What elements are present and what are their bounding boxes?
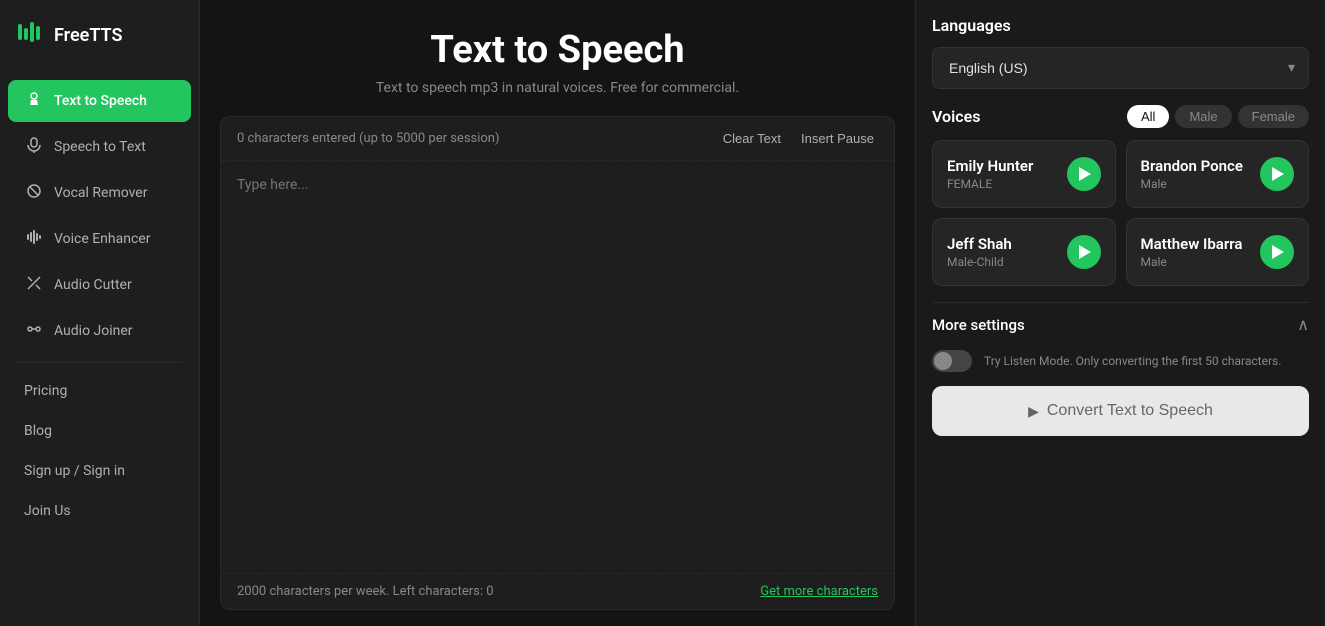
logo-icon — [16, 18, 44, 52]
clear-text-button[interactable]: Clear Text — [719, 129, 785, 148]
voice-name-matthew: Matthew Ibarra — [1141, 235, 1243, 253]
sidebar-item-audio-cutter[interactable]: Audio Cutter — [8, 264, 191, 306]
voices-title: Voices — [932, 107, 980, 126]
sidebar-label-cutter: Audio Cutter — [54, 277, 132, 293]
voice-gender-brandon: Male — [1141, 177, 1243, 191]
play-matthew-button[interactable] — [1260, 235, 1294, 269]
sidebar-item-speech-to-text[interactable]: Speech to Text — [8, 126, 191, 168]
text-to-speech-icon — [24, 91, 44, 111]
voice-filters: All Male Female — [1127, 105, 1309, 128]
sidebar-item-signin[interactable]: Sign up / Sign in — [8, 453, 191, 489]
toggle-knob — [934, 352, 952, 370]
sidebar-item-voice-enhancer[interactable]: Voice Enhancer — [8, 218, 191, 260]
filter-male-button[interactable]: Male — [1175, 105, 1231, 128]
more-settings-title: More settings — [932, 316, 1025, 334]
sidebar-item-join[interactable]: Join Us — [8, 493, 191, 529]
sidebar-label-vocal: Vocal Remover — [54, 185, 147, 201]
sidebar-divider — [16, 362, 183, 363]
voices-header: Voices All Male Female — [932, 105, 1309, 128]
voice-card-brandon[interactable]: Brandon Ponce Male — [1126, 140, 1310, 208]
filter-all-button[interactable]: All — [1127, 105, 1169, 128]
sidebar: FreeTTS Text to Speech Speech to Text — [0, 0, 200, 626]
sidebar-item-blog[interactable]: Blog — [8, 413, 191, 449]
language-select-wrapper: English (US) English (UK) Spanish French… — [932, 47, 1309, 89]
listen-mode-text: Try Listen Mode. Only converting the fir… — [984, 353, 1281, 370]
sidebar-nav: Text to Speech Speech to Text Vocal Remo… — [0, 70, 199, 626]
footer-chars: 2000 characters per week. Left character… — [237, 584, 494, 599]
page-subtitle: Text to speech mp3 in natural voices. Fr… — [220, 80, 895, 96]
sidebar-label-stt: Speech to Text — [54, 139, 146, 155]
sidebar-label-tts: Text to Speech — [54, 93, 147, 109]
voice-name-emily: Emily Hunter — [947, 157, 1033, 175]
sidebar-item-vocal-remover[interactable]: Vocal Remover — [8, 172, 191, 214]
blog-label: Blog — [24, 423, 52, 439]
play-icon-matthew — [1271, 245, 1285, 259]
sidebar-label-enhancer: Voice Enhancer — [54, 231, 150, 247]
speech-to-text-icon — [24, 137, 44, 157]
text-input[interactable] — [221, 161, 894, 573]
char-count: 0 characters entered (up to 5000 per ses… — [237, 131, 500, 146]
audio-cutter-icon — [24, 275, 44, 295]
convert-label: Convert Text to Speech — [1047, 402, 1213, 420]
voice-name-brandon: Brandon Ponce — [1141, 157, 1243, 175]
play-icon-brandon — [1271, 167, 1285, 181]
play-jeff-button[interactable] — [1067, 235, 1101, 269]
languages-title: Languages — [932, 16, 1309, 35]
play-icon-emily — [1078, 167, 1092, 181]
voice-card-jeff[interactable]: Jeff Shah Male-Child — [932, 218, 1116, 286]
audio-joiner-icon — [24, 321, 44, 341]
main-header: Text to Speech Text to speech mp3 in nat… — [200, 0, 915, 116]
logo-area[interactable]: FreeTTS — [0, 0, 199, 70]
join-label: Join Us — [24, 503, 71, 519]
sidebar-item-pricing[interactable]: Pricing — [8, 373, 191, 409]
listen-mode-toggle[interactable] — [932, 350, 972, 372]
voice-info-jeff: Jeff Shah Male-Child — [947, 235, 1012, 269]
voice-card-emily[interactable]: Emily Hunter FEMALE — [932, 140, 1116, 208]
vocal-remover-icon — [24, 183, 44, 203]
play-brandon-button[interactable] — [1260, 157, 1294, 191]
text-actions: Clear Text Insert Pause — [719, 129, 878, 148]
voice-gender-matthew: Male — [1141, 255, 1243, 269]
text-panel-footer: 2000 characters per week. Left character… — [221, 573, 894, 609]
chevron-up-icon: ∧ — [1297, 315, 1309, 334]
insert-pause-button[interactable]: Insert Pause — [797, 129, 878, 148]
voice-info-emily: Emily Hunter FEMALE — [947, 157, 1033, 191]
main-content: Text to Speech Text to speech mp3 in nat… — [200, 0, 915, 626]
more-settings-header[interactable]: More settings ∧ — [932, 302, 1309, 342]
text-panel-header: 0 characters entered (up to 5000 per ses… — [221, 117, 894, 161]
page-title: Text to Speech — [220, 28, 895, 72]
text-panel: 0 characters entered (up to 5000 per ses… — [220, 116, 895, 610]
play-icon-jeff — [1078, 245, 1092, 259]
voice-enhancer-icon — [24, 229, 44, 249]
listen-mode-row: Try Listen Mode. Only converting the fir… — [932, 342, 1309, 386]
play-emily-button[interactable] — [1067, 157, 1101, 191]
voice-info-matthew: Matthew Ibarra Male — [1141, 235, 1243, 269]
convert-button[interactable]: ▶ Convert Text to Speech — [932, 386, 1309, 436]
language-select[interactable]: English (US) English (UK) Spanish French… — [932, 47, 1309, 89]
sidebar-label-joiner: Audio Joiner — [54, 323, 133, 339]
voice-gender-emily: FEMALE — [947, 177, 1033, 191]
sidebar-item-audio-joiner[interactable]: Audio Joiner — [8, 310, 191, 352]
voices-grid: Emily Hunter FEMALE Brandon Ponce Male J… — [932, 140, 1309, 286]
pricing-label: Pricing — [24, 383, 67, 399]
signin-label: Sign up / Sign in — [24, 463, 125, 479]
right-panel: Languages English (US) English (UK) Span… — [915, 0, 1325, 626]
logo-text: FreeTTS — [54, 25, 122, 46]
sidebar-item-text-to-speech[interactable]: Text to Speech — [8, 80, 191, 122]
get-more-link[interactable]: Get more characters — [760, 584, 878, 599]
voice-info-brandon: Brandon Ponce Male — [1141, 157, 1243, 191]
convert-play-icon: ▶ — [1028, 403, 1039, 420]
filter-female-button[interactable]: Female — [1238, 105, 1309, 128]
voice-card-matthew[interactable]: Matthew Ibarra Male — [1126, 218, 1310, 286]
voice-name-jeff: Jeff Shah — [947, 235, 1012, 253]
voice-gender-jeff: Male-Child — [947, 255, 1012, 269]
